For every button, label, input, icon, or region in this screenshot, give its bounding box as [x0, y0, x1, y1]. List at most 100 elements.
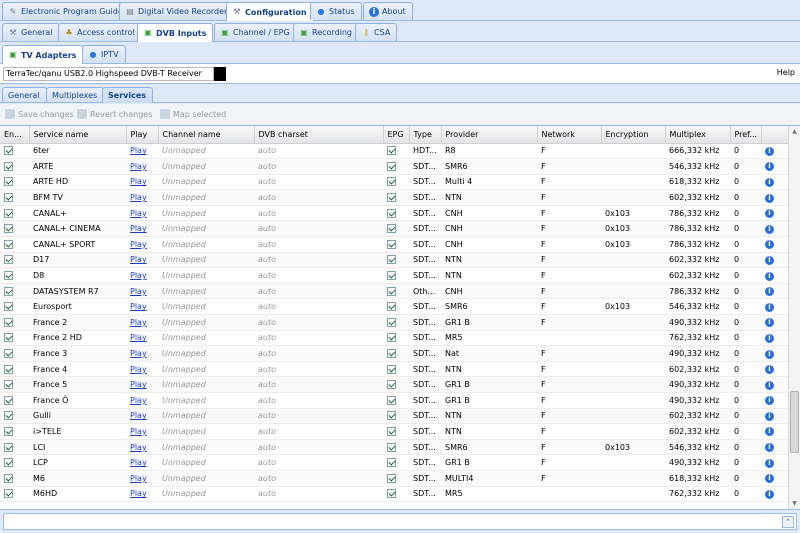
play-cell[interactable]: Play — [126, 174, 158, 191]
play-cell[interactable]: Play — [126, 143, 158, 160]
dvb-charset-cell[interactable]: auto — [254, 314, 383, 331]
dvb-charset-cell-text[interactable]: auto — [258, 287, 276, 296]
epg-checkbox[interactable] — [387, 208, 396, 218]
table-row[interactable]: CANAL+ CINEMA Play Unmapped auto SDT... CNH F 0… — [0, 220, 788, 238]
channel-name-cell[interactable]: Unmapped — [158, 345, 254, 362]
col-channel-name-header[interactable]: Channel name — [158, 126, 255, 144]
table-row[interactable]: France 3 Play Unmapped auto SDT... Nat F 490,33… — [0, 345, 788, 362]
col-enabled-header[interactable]: En... — [0, 126, 30, 144]
preferred-cell[interactable]: 0 — [730, 439, 761, 456]
epg-cell[interactable] — [383, 174, 409, 191]
table-row[interactable]: M6 Play Unmapped auto SDT... MULTI4 F 618,332 k… — [0, 470, 788, 487]
preferred-cell[interactable]: 0 — [730, 486, 761, 503]
epg-checkbox[interactable] — [387, 473, 396, 483]
table-row[interactable]: i>TELE Play Unmapped auto SDT... NTN F 602,332 … — [0, 423, 788, 440]
info-cell[interactable]: i — [761, 392, 788, 409]
adapter-dropdown-button[interactable] — [214, 67, 226, 81]
table-row[interactable]: CANAL+ Play Unmapped auto SDT... CNH F 0x103 786… — [0, 205, 788, 222]
channel-name-cell[interactable]: Unmapped — [158, 423, 254, 440]
play-cell[interactable]: Play — [126, 220, 158, 238]
play-cell[interactable]: Play — [126, 252, 158, 269]
enabled-checkbox[interactable] — [4, 255, 13, 265]
channel-name-cell-text[interactable]: Unmapped — [162, 162, 206, 171]
info-icon[interactable]: i — [765, 318, 774, 328]
channel-name-cell[interactable]: Unmapped — [158, 220, 254, 238]
dvb-charset-cell[interactable]: auto — [254, 361, 383, 378]
enabled-checkbox[interactable] — [4, 239, 13, 249]
channel-name-cell-text[interactable]: Unmapped — [162, 224, 206, 233]
play-link[interactable]: Play — [130, 255, 147, 264]
col-network-header[interactable]: Network — [537, 126, 602, 144]
enabled-cell[interactable] — [0, 314, 29, 331]
dvb-charset-cell-text[interactable]: auto — [258, 411, 276, 420]
enabled-checkbox[interactable] — [4, 458, 13, 468]
play-link[interactable]: Play — [130, 209, 147, 218]
info-icon[interactable]: i — [765, 333, 774, 343]
info-icon[interactable]: i — [765, 427, 774, 437]
map-selected-button[interactable]: Map selected — [160, 109, 226, 119]
channel-name-cell-text[interactable]: Unmapped — [162, 396, 206, 405]
preferred-cell[interactable]: 0 — [730, 470, 761, 487]
dvb-charset-cell[interactable]: auto — [254, 345, 383, 362]
epg-checkbox[interactable] — [387, 364, 396, 374]
table-row[interactable]: Eurosport Play Unmapped auto SDT... SMR6 F 0x10… — [0, 298, 788, 316]
table-row[interactable]: France 5 Play Unmapped auto SDT... GR1 B F 490,… — [0, 376, 788, 393]
enabled-checkbox[interactable] — [4, 302, 13, 312]
preferred-cell[interactable]: 0 — [730, 158, 761, 175]
preferred-cell[interactable]: 0 — [730, 314, 761, 331]
tab-csa[interactable]: ⚷ CSA — [355, 23, 398, 41]
channel-name-cell-text[interactable]: Unmapped — [162, 489, 206, 498]
channel-name-cell[interactable]: Unmapped — [158, 454, 254, 471]
col-service-name-header[interactable]: Service name — [29, 126, 127, 144]
dvb-charset-cell[interactable]: auto — [254, 252, 383, 269]
epg-checkbox[interactable] — [387, 349, 396, 359]
enabled-cell[interactable] — [0, 298, 29, 316]
col-type-header[interactable]: Type — [409, 126, 442, 144]
preferred-cell[interactable]: 0 — [730, 345, 761, 362]
preferred-cell-text[interactable]: 0 — [734, 177, 739, 186]
epg-checkbox[interactable] — [387, 442, 396, 452]
enabled-checkbox[interactable] — [4, 271, 13, 281]
channel-name-cell[interactable]: Unmapped — [158, 267, 254, 284]
play-link[interactable]: Play — [130, 365, 147, 374]
preferred-cell-text[interactable]: 0 — [734, 411, 739, 420]
epg-cell[interactable] — [383, 408, 409, 425]
enabled-cell[interactable] — [0, 345, 29, 362]
adapter-select[interactable]: TerraTec/qanu USB2.0 Highspeed DVB-T Rec… — [3, 67, 214, 81]
enabled-checkbox[interactable] — [4, 286, 13, 296]
preferred-cell-text[interactable]: 0 — [734, 255, 739, 264]
enabled-cell[interactable] — [0, 423, 29, 440]
info-cell[interactable]: i — [761, 189, 788, 206]
tab-iptv[interactable]: ● IPTV — [82, 45, 126, 63]
play-cell[interactable]: Play — [126, 470, 158, 487]
preferred-cell[interactable]: 0 — [730, 283, 761, 300]
enabled-checkbox[interactable] — [4, 395, 13, 405]
info-icon[interactable]: i — [765, 443, 774, 453]
dvb-charset-cell-text[interactable]: auto — [258, 240, 276, 249]
play-link[interactable]: Play — [130, 193, 147, 202]
preferred-cell-text[interactable]: 0 — [734, 240, 739, 249]
channel-name-cell-text[interactable]: Unmapped — [162, 287, 206, 296]
channel-name-cell[interactable]: Unmapped — [158, 158, 254, 175]
scroll-up-icon[interactable]: ▲ — [791, 128, 798, 135]
preferred-cell[interactable]: 0 — [730, 392, 761, 409]
info-icon[interactable]: i — [765, 458, 774, 468]
preferred-cell[interactable]: 0 — [730, 189, 761, 206]
preferred-cell[interactable]: 0 — [730, 330, 761, 347]
dvb-charset-cell-text[interactable]: auto — [258, 302, 276, 311]
dvb-charset-cell-text[interactable]: auto — [258, 474, 276, 483]
play-cell[interactable]: Play — [126, 376, 158, 393]
channel-name-cell[interactable]: Unmapped — [158, 252, 254, 269]
channel-name-cell-text[interactable]: Unmapped — [162, 443, 206, 452]
epg-cell[interactable] — [383, 267, 409, 284]
channel-name-cell[interactable]: Unmapped — [158, 143, 254, 160]
channel-name-cell[interactable]: Unmapped — [158, 470, 254, 487]
play-link[interactable]: Play — [130, 240, 147, 249]
dvb-charset-cell[interactable]: auto — [254, 220, 383, 238]
revert-changes-button[interactable]: Revert changes — [77, 109, 152, 119]
table-row[interactable]: LCI Play Unmapped auto SDT... SMR6 F 0x103 546,3… — [0, 439, 788, 456]
play-cell[interactable]: Play — [126, 361, 158, 378]
epg-cell[interactable] — [383, 189, 409, 206]
epg-cell[interactable] — [383, 392, 409, 409]
dvb-charset-cell[interactable]: auto — [254, 392, 383, 409]
